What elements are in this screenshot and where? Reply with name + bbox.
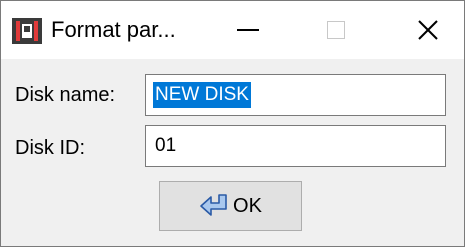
window-title: Format par... bbox=[51, 17, 176, 42]
disk-name-selected-text: NEW DISK bbox=[153, 82, 251, 108]
disk-id-input[interactable]: 01 bbox=[145, 125, 446, 167]
minimize-button[interactable] bbox=[213, 1, 283, 59]
minimize-icon bbox=[237, 29, 259, 31]
enter-arrow-icon bbox=[200, 194, 227, 216]
disk-name-label: Disk name: bbox=[15, 84, 116, 106]
floppy-disk-icon bbox=[12, 18, 42, 44]
disk-id-label: Disk ID: bbox=[15, 137, 85, 159]
disk-id-value: 01 bbox=[155, 135, 177, 156]
disk-name-input[interactable]: NEW DISK bbox=[145, 74, 446, 116]
title-bar[interactable]: Format par... bbox=[1, 1, 464, 59]
close-icon bbox=[418, 20, 438, 40]
maximize-button[interactable] bbox=[301, 1, 371, 59]
ok-button[interactable]: OK bbox=[159, 181, 302, 231]
close-button[interactable] bbox=[393, 1, 463, 59]
format-dialog: Format par... Disk name: NEW DISK Disk I… bbox=[0, 0, 465, 247]
maximize-icon bbox=[327, 21, 345, 39]
ok-label: OK bbox=[233, 194, 262, 217]
